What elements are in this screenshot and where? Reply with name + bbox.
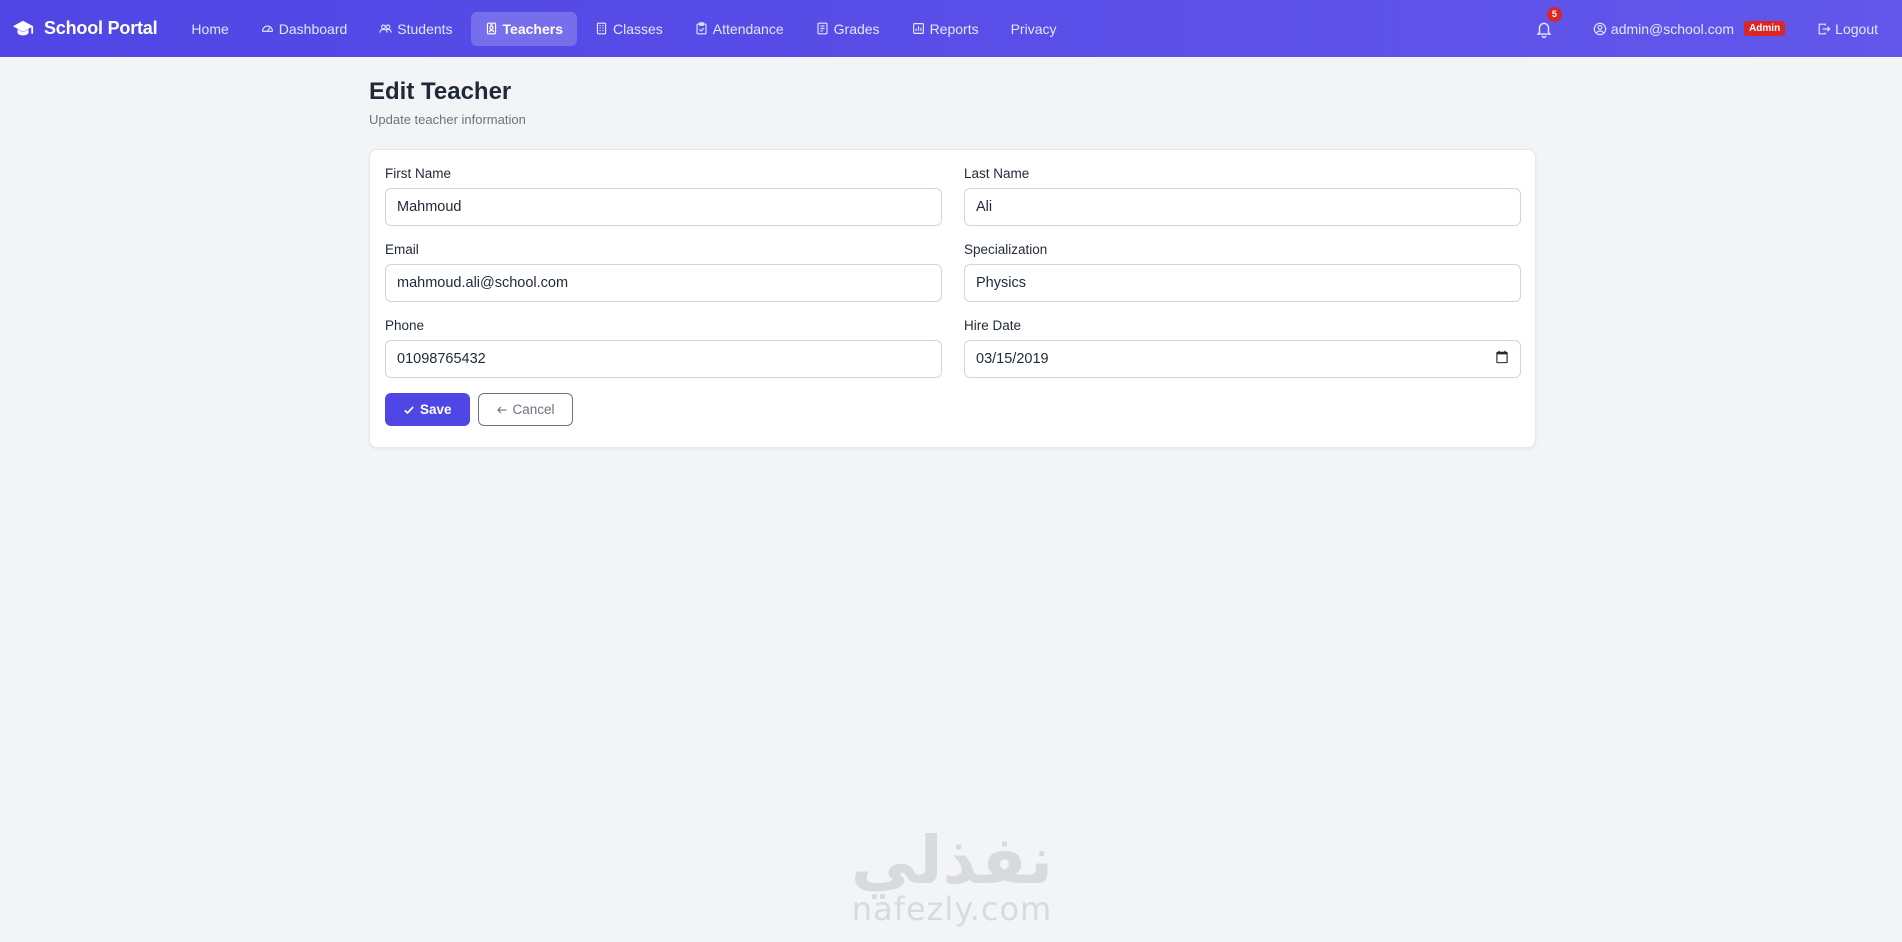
nav-grades-label: Grades [833, 20, 880, 37]
save-button[interactable]: Save [385, 393, 470, 426]
nav-home-label: Home [191, 20, 229, 37]
save-label: Save [420, 402, 452, 417]
user-menu[interactable]: admin@school.com Admin [1593, 20, 1786, 37]
nav-reports-label: Reports [929, 20, 979, 37]
last-name-field: Last Name [964, 166, 1521, 226]
nav-classes[interactable]: Classes [581, 12, 677, 46]
bell-icon [1536, 22, 1552, 38]
page-subtitle: Update teacher information [369, 112, 526, 127]
cancel-button[interactable]: Cancel [477, 393, 573, 426]
phone-input[interactable] [385, 340, 942, 378]
phone-label: Phone [385, 318, 425, 333]
nav-attendance-label: Attendance [712, 20, 784, 37]
nav-reports[interactable]: Reports [898, 12, 993, 46]
specialization-label: Specialization [964, 242, 1048, 257]
logout-link[interactable]: Logout [1817, 21, 1878, 37]
person-badge-icon [486, 22, 496, 35]
phone-field: Phone [385, 318, 942, 378]
nav-students[interactable]: Students [365, 12, 466, 46]
nav-grades[interactable]: Grades [802, 12, 894, 46]
arrow-left-icon [496, 406, 507, 413]
brand-link[interactable]: School Portal [12, 18, 158, 40]
hire-date-input[interactable]: 03/15/2019 [964, 340, 1521, 378]
notifications-button[interactable]: 5 [1535, 6, 1562, 40]
specialization-input[interactable] [964, 264, 1521, 302]
brand-title: School Portal [44, 18, 158, 38]
graduation-cap-icon [12, 20, 34, 35]
last-name-input[interactable] [964, 188, 1521, 226]
user-email: admin@school.com [1610, 20, 1735, 37]
edit-teacher-form: First Name Last Name Email Specializatio… [369, 149, 1536, 448]
gauge-icon [261, 25, 273, 32]
nav-privacy[interactable]: Privacy [997, 12, 1071, 46]
nav-teachers-label: Teachers [502, 20, 563, 37]
check-icon [404, 405, 414, 414]
nav-home[interactable]: Home [177, 12, 242, 46]
form-actions: Save Cancel [385, 393, 1520, 426]
nav-links: Home Dashboard Students Teachers Classes [177, 11, 1071, 46]
nav-students-label: Students [397, 20, 453, 37]
clipboard-check-icon [696, 22, 707, 35]
form-grid: First Name Last Name Email Specializatio… [385, 166, 1521, 378]
nav-attendance[interactable]: Attendance [681, 12, 798, 46]
role-badge: Admin [1744, 21, 1786, 36]
top-navbar: School Portal Home Dashboard Students Te… [0, 0, 1902, 57]
person-circle-icon [1593, 22, 1607, 35]
email-input[interactable] [385, 264, 942, 302]
calendar-icon[interactable] [1495, 350, 1509, 368]
logout-label: Logout [1835, 20, 1878, 37]
page-title: Edit Teacher [369, 78, 512, 105]
nav-classes-label: Classes [613, 20, 663, 37]
nav-right: 5 admin@school.com Admin Logout [1535, 6, 1902, 40]
building-icon [596, 22, 607, 35]
journal-icon [817, 22, 828, 35]
email-label: Email [385, 242, 419, 257]
main-content: Edit Teacher Update teacher information … [369, 78, 1536, 448]
first-name-field: First Name [385, 166, 942, 226]
first-name-label: First Name [385, 166, 452, 181]
cancel-label: Cancel [512, 402, 555, 417]
nafezly-watermark: نفذلي nafezly.com [842, 822, 1062, 929]
nav-dashboard[interactable]: Dashboard [247, 12, 362, 46]
last-name-label: Last Name [964, 166, 1030, 181]
hire-date-field: Hire Date 03/15/2019 [964, 318, 1521, 378]
specialization-field: Specialization [964, 242, 1521, 302]
logout-icon [1818, 23, 1831, 34]
watermark-latin: nafezly.com [851, 890, 1053, 928]
people-icon [379, 24, 393, 33]
first-name-input[interactable] [385, 188, 942, 226]
notification-count-badge: 5 [1546, 6, 1562, 22]
watermark-arabic: نفذلي [851, 822, 1053, 899]
nav-privacy-label: Privacy [1010, 20, 1057, 37]
nav-dashboard-label: Dashboard [278, 20, 348, 37]
bar-chart-icon [912, 23, 924, 34]
nav-teachers[interactable]: Teachers [470, 11, 577, 46]
hire-date-label: Hire Date [964, 318, 1022, 333]
hire-date-value: 03/15/2019 [976, 351, 1049, 367]
email-field: Email [385, 242, 942, 302]
